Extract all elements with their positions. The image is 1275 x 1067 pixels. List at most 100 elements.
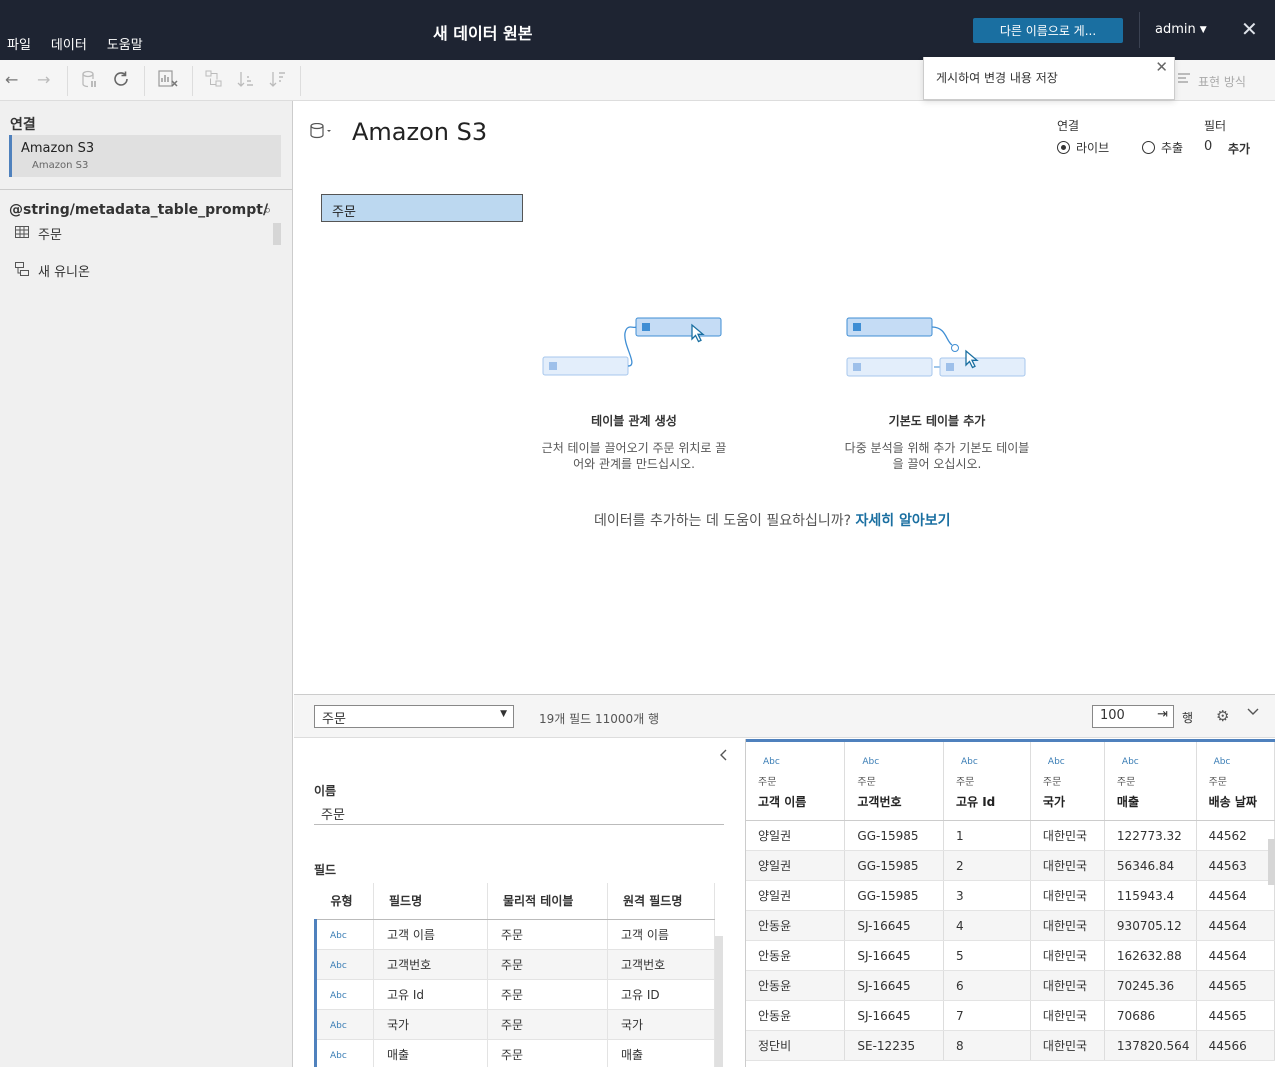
column-header-field-name[interactable]: 필드명 <box>373 883 488 920</box>
grid-cell[interactable]: 7 <box>943 1000 1031 1031</box>
pause-update-icon[interactable] <box>81 70 97 92</box>
refresh-icon[interactable] <box>112 70 130 92</box>
grid-cell[interactable]: 안동윤 <box>746 940 846 971</box>
grid-cell[interactable]: 44564 <box>1196 910 1275 941</box>
grid-cell[interactable]: GG-15985 <box>844 880 944 911</box>
grid-cell[interactable]: 44564 <box>1196 880 1275 911</box>
grid-cell[interactable]: 양일권 <box>746 880 846 911</box>
search-icon[interactable]: ⌕ <box>264 203 271 218</box>
sort-ascending-icon[interactable] <box>237 70 255 92</box>
string-type-icon[interactable]: Abc <box>758 757 844 773</box>
back-icon[interactable]: ← <box>5 70 18 89</box>
learn-more-link[interactable]: 자세히 알아보기 <box>856 513 951 529</box>
table-dropdown[interactable]: 주문 ▼ <box>314 705 514 728</box>
table-name-field[interactable]: 주문 <box>314 803 724 825</box>
column-name[interactable]: 국가 <box>1043 793 1104 810</box>
string-type-icon[interactable]: Abc <box>330 931 347 941</box>
grid-cell[interactable]: SJ-16645 <box>844 1000 944 1031</box>
table-row[interactable]: 안동윤 SJ-16645 4 대한민국 930705.12 44564 <box>746 910 1275 941</box>
grid-cell[interactable]: 안동윤 <box>746 1000 846 1031</box>
grid-cell[interactable]: 3 <box>943 880 1031 911</box>
menu-help[interactable]: 도움말 <box>107 34 143 53</box>
grid-cell[interactable]: 대한민국 <box>1030 910 1105 941</box>
grid-column-header[interactable]: Abc 주문 고객번호 <box>844 739 944 821</box>
field-name[interactable]: 고객번호 <box>373 949 488 980</box>
logical-table-chip[interactable]: 주문 <box>321 194 523 222</box>
grid-cell[interactable]: GG-15985 <box>844 820 944 851</box>
grid-cell[interactable]: 137820.564 <box>1104 1030 1197 1061</box>
arrow-right-icon[interactable]: ⇥ <box>1157 707 1168 722</box>
table-row[interactable]: Abc 고유 Id 주문 고유 ID <box>314 979 715 1010</box>
string-type-icon[interactable]: Abc <box>956 757 1030 773</box>
swap-icon[interactable] <box>205 70 223 92</box>
grid-cell[interactable]: 930705.12 <box>1104 910 1197 941</box>
grid-column-header[interactable]: Abc 주문 매출 <box>1104 739 1197 821</box>
grid-cell[interactable]: 44563 <box>1196 850 1275 881</box>
field-name[interactable]: 고유 Id <box>373 979 488 1010</box>
add-filter-link[interactable]: 추가 <box>1228 140 1250 157</box>
close-icon[interactable]: ✕ <box>1155 58 1168 76</box>
grid-cell[interactable]: 44562 <box>1196 820 1275 851</box>
field-name[interactable]: 고객 이름 <box>373 919 488 950</box>
grid-cell[interactable]: 대한민국 <box>1030 820 1105 851</box>
column-name[interactable]: 고객번호 <box>857 793 943 810</box>
table-row[interactable]: Abc 국가 주문 국가 <box>314 1009 715 1040</box>
menu-data[interactable]: 데이터 <box>51 34 87 53</box>
grid-cell[interactable]: 56346.84 <box>1104 850 1197 881</box>
string-type-icon[interactable]: Abc <box>1043 757 1104 773</box>
grid-cell[interactable]: 5 <box>943 940 1031 971</box>
datasource-title[interactable]: Amazon S3 <box>352 118 487 146</box>
column-header-physical-table[interactable]: 물리적 테이블 <box>487 883 608 920</box>
string-type-icon[interactable]: Abc <box>330 991 347 1001</box>
string-type-icon[interactable]: Abc <box>330 1051 347 1061</box>
grid-column-header[interactable]: Abc 주문 고객 이름 <box>746 739 846 821</box>
grid-cell[interactable]: 안동윤 <box>746 910 846 941</box>
forward-icon[interactable]: → <box>37 70 50 89</box>
grid-cell[interactable]: 대한민국 <box>1030 1000 1105 1031</box>
live-radio[interactable]: 라이브 <box>1057 139 1109 156</box>
table-row[interactable]: 안동윤 SJ-16645 7 대한민국 70686 44565 <box>746 1000 1275 1031</box>
clear-sheet-icon[interactable] <box>158 70 178 92</box>
scrollbar[interactable] <box>1268 839 1275 885</box>
grid-cell[interactable]: 122773.32 <box>1104 820 1197 851</box>
grid-column-header[interactable]: Abc 주문 고유 Id <box>943 739 1031 821</box>
grid-cell[interactable]: SE-12235 <box>844 1030 944 1061</box>
table-row[interactable]: 안동윤 SJ-16645 5 대한민국 162632.88 44564 <box>746 940 1275 971</box>
string-type-icon[interactable]: Abc <box>1117 757 1196 773</box>
grid-column-header[interactable]: Abc 주문 국가 <box>1030 739 1105 821</box>
grid-cell[interactable]: 1 <box>943 820 1031 851</box>
column-name[interactable]: 고유 Id <box>956 793 1030 810</box>
grid-cell[interactable]: 44565 <box>1196 970 1275 1001</box>
presentation-mode-button[interactable]: 표현 방식 <box>1178 73 1246 90</box>
chevron-left-icon[interactable] <box>719 749 729 765</box>
grid-cell[interactable]: 4 <box>943 910 1031 941</box>
grid-cell[interactable]: 44565 <box>1196 1000 1275 1031</box>
menu-file[interactable]: 파일 <box>7 34 31 53</box>
table-row[interactable]: 양일권 GG-15985 1 대한민국 122773.32 44562 <box>746 820 1275 851</box>
chevron-down-icon[interactable] <box>1247 705 1259 721</box>
column-header-type[interactable]: 유형 <box>315 883 374 920</box>
new-union-item[interactable]: 새 유니온 <box>15 261 90 280</box>
grid-cell[interactable]: 115943.4 <box>1104 880 1197 911</box>
grid-cell[interactable]: 6 <box>943 970 1031 1001</box>
table-row[interactable]: 안동윤 SJ-16645 6 대한민국 70245.36 44565 <box>746 970 1275 1001</box>
string-type-icon[interactable]: Abc <box>857 757 943 773</box>
extract-radio[interactable]: 추출 <box>1142 139 1183 156</box>
grid-cell[interactable]: 양일권 <box>746 820 846 851</box>
grid-cell[interactable]: 2 <box>943 850 1031 881</box>
scrollbar[interactable] <box>715 936 723 1067</box>
grid-cell[interactable]: 대한민국 <box>1030 940 1105 971</box>
column-name[interactable]: 매출 <box>1117 793 1196 810</box>
close-icon[interactable]: ✕ <box>1241 17 1258 41</box>
table-item[interactable]: 주문 <box>15 224 62 243</box>
table-row[interactable]: Abc 고객번호 주문 고객번호 <box>314 949 715 980</box>
gear-icon[interactable]: ⚙ <box>1216 707 1229 725</box>
grid-cell[interactable]: 대한민국 <box>1030 880 1105 911</box>
publish-as-button[interactable]: 다른 이름으로 게... <box>973 18 1123 43</box>
scrollbar[interactable] <box>273 223 281 245</box>
sort-descending-icon[interactable] <box>269 70 287 92</box>
grid-cell[interactable]: 162632.88 <box>1104 940 1197 971</box>
column-header-remote-field[interactable]: 원격 필드명 <box>607 883 715 920</box>
connection-item[interactable]: Amazon S3 Amazon S3 <box>9 135 281 177</box>
grid-cell[interactable]: 70686 <box>1104 1000 1197 1031</box>
